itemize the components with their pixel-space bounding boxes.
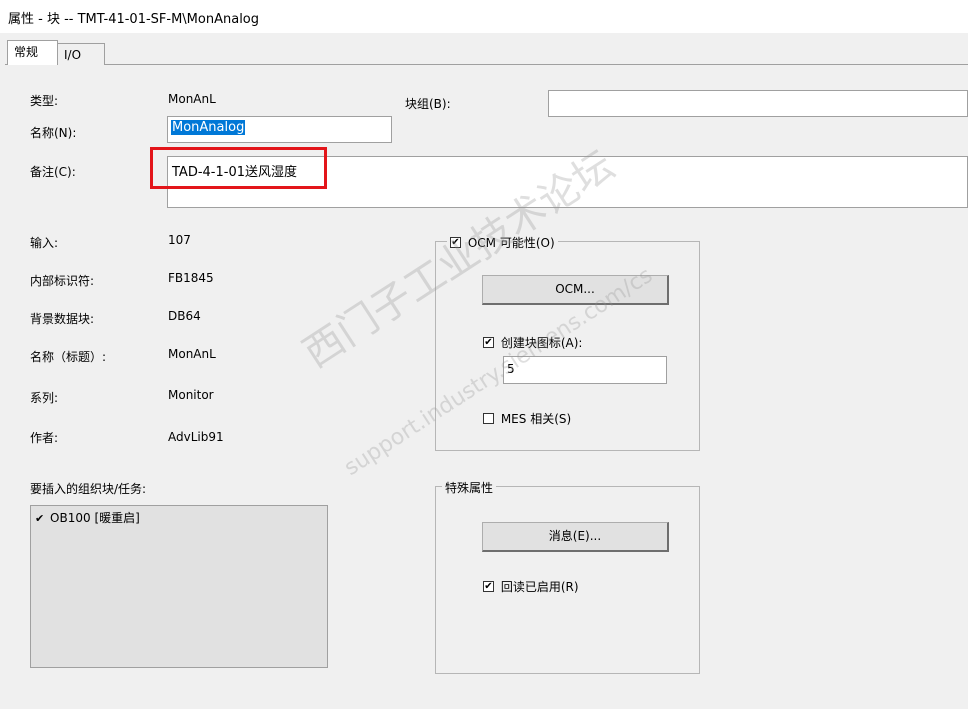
type-value: MonAnL bbox=[168, 92, 216, 106]
ob-item-label: OB100 [暖重启] bbox=[50, 511, 140, 525]
ocm-checkbox[interactable]: ✔ bbox=[450, 237, 461, 248]
internal-id-value: FB1845 bbox=[168, 271, 214, 285]
author-label: 作者: bbox=[30, 431, 59, 445]
block-group-label: 块组(B): bbox=[405, 97, 451, 111]
icon-number-value: 5 bbox=[507, 362, 515, 376]
name-field[interactable]: MonAnalog bbox=[167, 116, 392, 143]
mes-checkbox[interactable] bbox=[483, 413, 494, 424]
comment-label: 备注(C): bbox=[30, 165, 76, 179]
ocm-button[interactable]: OCM... bbox=[482, 275, 669, 305]
name-header-value: MonAnL bbox=[168, 347, 216, 361]
ocm-button-label: OCM... bbox=[555, 282, 595, 296]
author-value: AdvLib91 bbox=[168, 430, 224, 444]
ocm-checkbox-row[interactable]: ✔ OCM 可能性(O) bbox=[447, 234, 558, 251]
instance-db-label: 背景数据块: bbox=[30, 312, 95, 326]
name-header-label: 名称（标题）: bbox=[30, 350, 107, 364]
family-label: 系列: bbox=[30, 391, 59, 405]
name-value: MonAnalog bbox=[171, 120, 246, 135]
tab-general[interactable]: 常规 bbox=[7, 40, 58, 65]
message-button[interactable]: 消息(E)... bbox=[482, 522, 669, 552]
window-title: 属性 - 块 -- TMT-41-01-SF-M\MonAnalog bbox=[8, 12, 260, 27]
mes-label: MES 相关(S) bbox=[500, 412, 572, 426]
insert-ob-label: 要插入的组织块/任务: bbox=[30, 482, 147, 496]
block-group-field[interactable] bbox=[548, 90, 968, 117]
input-label: 输入: bbox=[30, 236, 59, 250]
internal-id-label: 内部标识符: bbox=[30, 274, 95, 288]
type-label: 类型: bbox=[30, 94, 59, 108]
list-item[interactable]: ✔ OB100 [暖重启] bbox=[35, 509, 140, 526]
create-icon-row[interactable]: ✔ 创建块图标(A): bbox=[483, 334, 582, 351]
tab-strip-line bbox=[5, 64, 968, 65]
checkmark-icon: ✔ bbox=[35, 512, 45, 525]
tab-io[interactable]: I/O bbox=[57, 43, 105, 65]
mes-row[interactable]: MES 相关(S) bbox=[483, 410, 571, 427]
readback-row[interactable]: ✔ 回读已启用(R) bbox=[483, 578, 579, 595]
title-bar: 属性 - 块 -- TMT-41-01-SF-M\MonAnalog bbox=[0, 0, 968, 34]
name-label: 名称(N): bbox=[30, 126, 77, 140]
highlight-annotation bbox=[150, 147, 327, 189]
insert-ob-list[interactable]: ✔ OB100 [暖重启] bbox=[30, 505, 328, 668]
family-value: Monitor bbox=[168, 388, 214, 402]
create-icon-label: 创建块图标(A): bbox=[500, 336, 583, 350]
tab-io-label: I/O bbox=[64, 48, 82, 62]
message-button-label: 消息(E)... bbox=[548, 529, 602, 543]
readback-label: 回读已启用(R) bbox=[500, 580, 579, 594]
instance-db-value: DB64 bbox=[168, 309, 201, 323]
ocm-checkbox-label: OCM 可能性(O) bbox=[467, 236, 555, 250]
create-icon-checkbox[interactable]: ✔ bbox=[483, 337, 494, 348]
input-value: 107 bbox=[168, 233, 191, 247]
tab-general-label: 常规 bbox=[14, 45, 39, 59]
icon-number-field[interactable]: 5 bbox=[503, 356, 667, 384]
special-group-label: 特殊属性 bbox=[442, 479, 497, 496]
readback-checkbox[interactable]: ✔ bbox=[483, 581, 494, 592]
